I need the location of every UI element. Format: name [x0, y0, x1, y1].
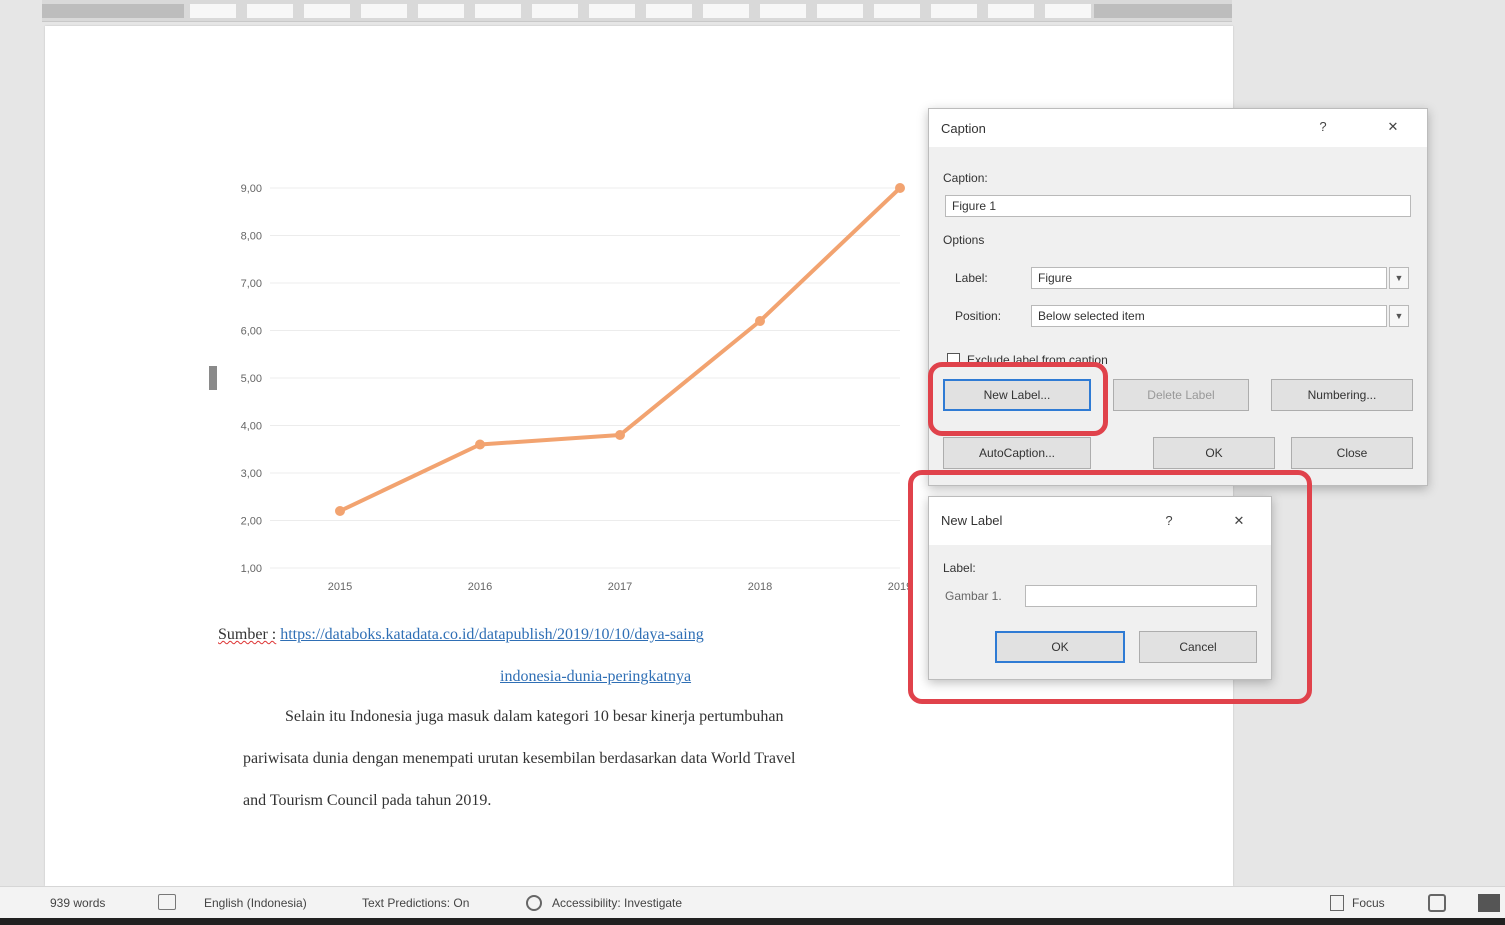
y-tick-label: 2,00	[241, 516, 262, 528]
y-tick-label: 7,00	[241, 278, 262, 290]
new-label-input[interactable]	[1025, 585, 1257, 607]
caption-close-button[interactable]: Close	[1291, 437, 1413, 469]
horizontal-ruler[interactable]	[42, 0, 1232, 22]
view-mode-icon[interactable]	[1478, 894, 1500, 912]
help-button[interactable]: ?	[1157, 511, 1181, 531]
accessibility-icon[interactable]	[526, 895, 542, 911]
ruler-segment	[760, 4, 806, 18]
y-tick-label: 6,00	[241, 326, 262, 338]
position-select[interactable]: Below selected item	[1031, 305, 1387, 327]
caption-dialog-titlebar[interactable]: Caption ? ✕	[929, 109, 1427, 147]
ruler-segment	[247, 4, 293, 18]
numbering-button[interactable]: Numbering...	[1271, 379, 1413, 411]
caption-dialog[interactable]: Caption ? ✕ Caption: Figure 1 Options La…	[928, 108, 1428, 486]
chart-canvas: 1,00 2,00 3,00 4,00 5,00 6,00 7,00 8,00 9,00 201…	[241, 183, 912, 593]
ruler-segment	[475, 4, 521, 18]
x-tick-label: 2018	[748, 581, 772, 593]
data-point[interactable]	[755, 316, 765, 326]
ruler-segment	[1045, 4, 1091, 18]
source-line[interactable]: Sumber : https://databoks.katadata.co.id…	[218, 626, 704, 644]
focus-icon[interactable]	[1330, 895, 1344, 911]
chart-axis-handle[interactable]	[209, 366, 217, 390]
chevron-down-icon[interactable]: ▼	[1389, 267, 1409, 289]
exclude-label-text: Exclude label from caption	[967, 353, 1108, 367]
ruler-segment	[418, 4, 464, 18]
data-point[interactable]	[895, 183, 905, 193]
caption-ok-button[interactable]: OK	[1153, 437, 1275, 469]
label-select[interactable]: Figure	[1031, 267, 1387, 289]
x-tick-label: 2017	[608, 581, 632, 593]
new-label-prefix: Gambar 1.	[945, 589, 1002, 603]
new-label-titlebar[interactable]: New Label ? ✕	[929, 497, 1271, 545]
label-field-label: Label:	[955, 271, 988, 285]
x-tick-label: 2019	[888, 581, 912, 593]
x-tick-label: 2016	[468, 581, 492, 593]
ruler-segment	[931, 4, 977, 18]
ruler-segment	[190, 4, 236, 18]
position-field-label: Position:	[955, 309, 1002, 323]
paragraph-line[interactable]: and Tourism Council pada tahun 2019.	[243, 792, 491, 810]
new-label-section-label: Label:	[943, 561, 976, 575]
print-layout-icon[interactable]	[1428, 894, 1446, 912]
ruler-segment	[817, 4, 863, 18]
paragraph-line[interactable]: pariwisata dunia dengan menempati urutan…	[243, 750, 795, 768]
ruler-segment	[646, 4, 692, 18]
data-point[interactable]	[615, 430, 625, 440]
accessibility-status[interactable]: Accessibility: Investigate	[552, 896, 682, 910]
data-point[interactable]	[335, 506, 345, 516]
new-label-button[interactable]: New Label...	[943, 379, 1091, 411]
status-bar: 939 words English (Indonesia) Text Predi…	[0, 886, 1505, 918]
new-label-dialog[interactable]: New Label ? ✕ Label: Gambar 1. OK Cancel	[928, 496, 1272, 680]
help-button[interactable]: ?	[1311, 117, 1335, 137]
line-chart[interactable]: 1,00 2,00 3,00 4,00 5,00 6,00 7,00 8,00 9,00 201…	[200, 170, 920, 610]
caption-dialog-title: Caption	[941, 121, 986, 136]
x-tick-label: 2015	[328, 581, 352, 593]
data-point[interactable]	[475, 439, 485, 450]
ruler-segment	[988, 4, 1034, 18]
y-tick-label: 3,00	[241, 468, 262, 480]
ruler-segment	[703, 4, 749, 18]
proofing-icon[interactable]	[158, 894, 176, 910]
word-count[interactable]: 939 words	[50, 896, 105, 910]
source-link-continued[interactable]: indonesia-dunia-peringkatnya	[500, 668, 691, 686]
new-label-cancel-button[interactable]: Cancel	[1139, 631, 1257, 663]
source-label: Sumber :	[218, 626, 277, 643]
ruler-segment	[532, 4, 578, 18]
caption-section-label: Caption:	[943, 171, 988, 185]
y-tick-label: 5,00	[241, 373, 262, 385]
y-tick-label: 4,00	[241, 421, 262, 433]
y-tick-label: 1,00	[241, 563, 262, 575]
text-predictions[interactable]: Text Predictions: On	[362, 896, 469, 910]
exclude-label-checkbox[interactable]	[947, 353, 960, 366]
ruler-margin-right	[1094, 4, 1232, 18]
ruler-segment	[589, 4, 635, 18]
new-label-title: New Label	[941, 513, 1003, 528]
close-icon[interactable]: ✕	[1381, 117, 1405, 137]
ruler-segment	[304, 4, 350, 18]
taskbar-strip	[0, 918, 1505, 925]
y-tick-label: 9,00	[241, 183, 262, 195]
chart-gridlines	[270, 187, 900, 569]
delete-label-button[interactable]: Delete Label	[1113, 379, 1249, 411]
ruler-margin-left	[42, 4, 184, 18]
ruler-segment	[874, 4, 920, 18]
options-section-label: Options	[943, 233, 985, 247]
new-label-ok-button[interactable]: OK	[995, 631, 1125, 663]
close-icon[interactable]: ✕	[1227, 511, 1251, 531]
chevron-down-icon[interactable]: ▼	[1389, 305, 1409, 327]
paragraph-line[interactable]: Selain itu Indonesia juga masuk dalam ka…	[285, 708, 784, 726]
series-line[interactable]	[339, 186, 902, 513]
ruler-segment	[361, 4, 407, 18]
chart-x-ticks: 2015 2016 2017 2018 2019	[328, 581, 912, 593]
caption-input[interactable]: Figure 1	[945, 195, 1411, 217]
autocaption-button[interactable]: AutoCaption...	[943, 437, 1091, 469]
focus-mode[interactable]: Focus	[1352, 896, 1385, 910]
y-tick-label: 8,00	[241, 231, 262, 243]
chart-series	[335, 183, 905, 516]
chart-y-ticks: 1,00 2,00 3,00 4,00 5,00 6,00 7,00 8,00 9,00	[241, 183, 262, 575]
source-link[interactable]: https://databoks.katadata.co.id/datapubl…	[280, 626, 703, 643]
language-indicator[interactable]: English (Indonesia)	[204, 896, 307, 910]
